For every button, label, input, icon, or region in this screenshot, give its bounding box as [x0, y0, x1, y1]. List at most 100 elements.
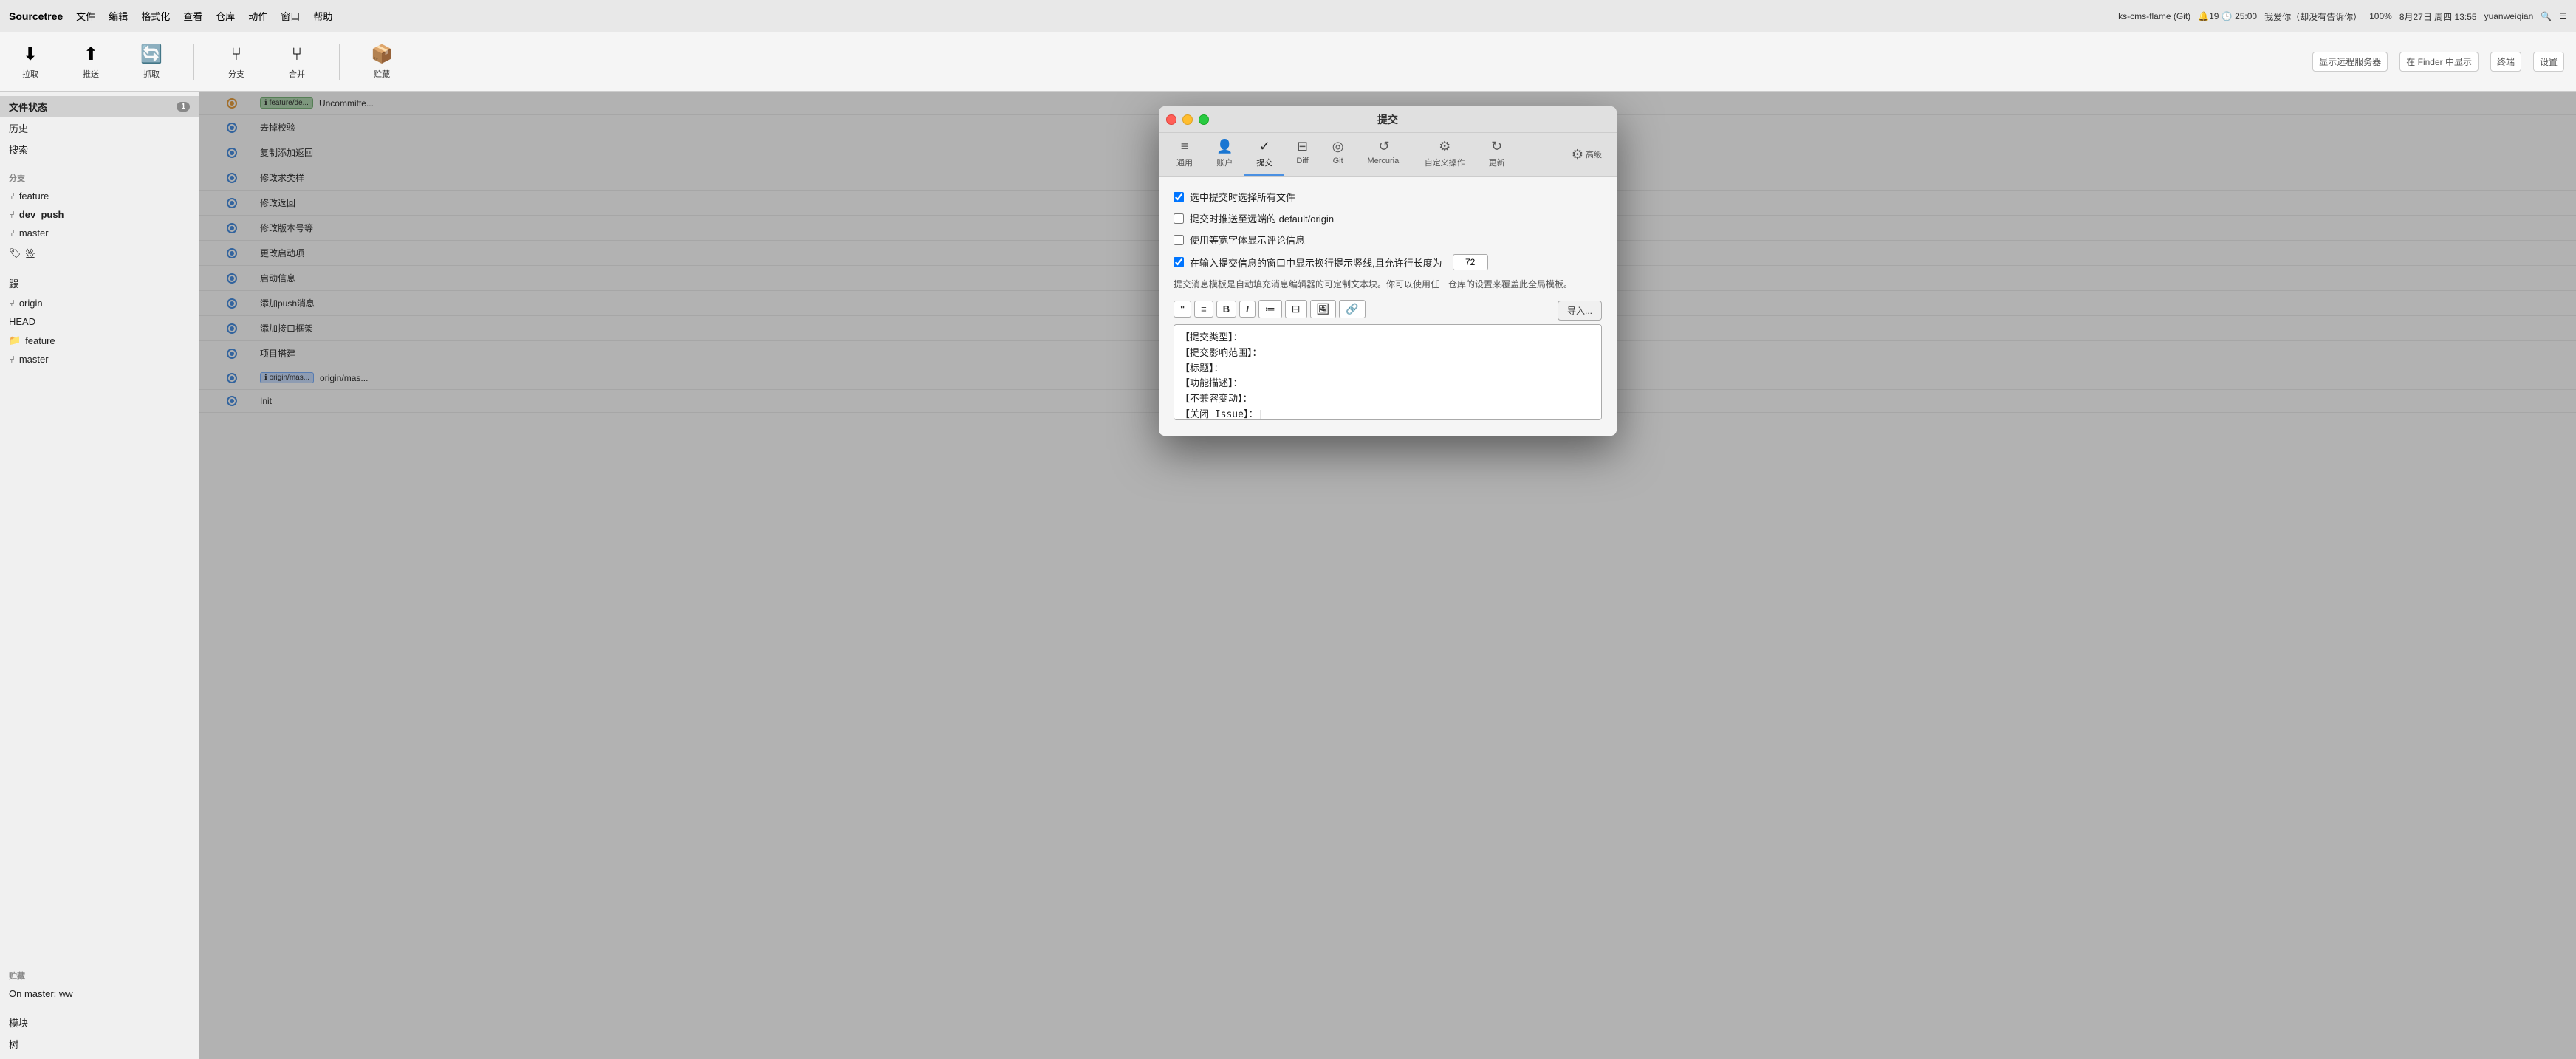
tab-git[interactable]: ◎ Git — [1320, 133, 1356, 176]
tab-account[interactable]: 👤 账户 — [1205, 133, 1244, 176]
advanced-label: 高级 — [1586, 148, 1602, 160]
monospace-label: 使用等宽字体显示评论信息 — [1190, 233, 1305, 247]
select-all-checkbox[interactable] — [1174, 192, 1184, 202]
update-tab-icon: ↻ — [1491, 139, 1502, 154]
col-line-checkbox[interactable] — [1174, 257, 1184, 267]
push-icon: ⬆ — [83, 44, 98, 65]
image-toolbar-button[interactable]: 🖼 — [1310, 300, 1337, 318]
diff-tab-icon: ⊟ — [1297, 139, 1308, 154]
gear-icon: ⚙ — [1572, 147, 1583, 162]
pull-icon: ⬇ — [23, 44, 38, 65]
import-button[interactable]: 导入... — [1558, 301, 1602, 321]
repo-name: ks-cms-flame (Git) — [2118, 11, 2190, 21]
commit-tab-label: 提交 — [1256, 157, 1272, 168]
control-icon[interactable]: ☰ — [2559, 11, 2567, 21]
checkbox-row-col-line: 在输入提交信息的窗口中显示换行提示竖线,且允许行长度为 — [1174, 254, 1602, 270]
stash-button[interactable]: 📦 贮藏 — [363, 44, 400, 80]
tree-label: 树 — [9, 1037, 18, 1051]
menu-repo[interactable]: 仓库 — [216, 9, 235, 23]
sidebar-item-master[interactable]: ⑂ master — [0, 224, 199, 242]
push-button[interactable]: ⬆ 推送 — [72, 44, 109, 80]
column-width-input[interactable] — [1453, 254, 1488, 270]
merge-icon: ⑂ — [292, 44, 302, 65]
menu-file[interactable]: 文件 — [76, 9, 95, 23]
mole-label: 鼹 — [9, 276, 18, 290]
tab-custom[interactable]: ⚙ 自定义操作 — [1413, 133, 1477, 176]
app-name: Sourcetree — [9, 10, 63, 22]
settings-button[interactable]: 设置 — [2533, 52, 2564, 72]
pull-button[interactable]: ⬇ 拉取 — [12, 44, 49, 80]
sidebar-item-feature[interactable]: ⑂ feature — [0, 187, 199, 205]
branch-button[interactable]: ⑂ 分支 — [218, 44, 255, 80]
sidebar-item-remote-feature[interactable]: 📁 feature — [0, 331, 199, 350]
stash-label: 贮藏 — [374, 68, 390, 80]
sidebar-item-origin[interactable]: ⑂ origin — [0, 294, 199, 312]
fetch-label: 抓取 — [143, 68, 160, 80]
terminal-button[interactable]: 终端 — [2490, 52, 2521, 72]
menu-help[interactable]: 帮助 — [313, 9, 332, 23]
tab-mercurial[interactable]: ↺ Mercurial — [1355, 133, 1412, 176]
push-remote-checkbox[interactable] — [1174, 213, 1184, 224]
fetch-button[interactable]: 🔄 抓取 — [133, 44, 170, 80]
close-button[interactable] — [1166, 114, 1176, 125]
tab-diff[interactable]: ⊟ Diff — [1284, 133, 1320, 176]
sidebar-item-tree[interactable]: 树 — [0, 1033, 199, 1055]
link-toolbar-button[interactable]: 🔗 — [1339, 300, 1365, 318]
sidebar-top-section: 文件状态 1 历史 搜索 — [0, 92, 199, 165]
master-label: master — [19, 227, 49, 239]
menu-action[interactable]: 动作 — [248, 9, 267, 23]
show-finder-button[interactable]: 在 Finder 中显示 — [2399, 52, 2479, 72]
sidebar-item-remote-master[interactable]: ⑂ master — [0, 350, 199, 369]
template-toolbar: " ≡ B I ≔ ⊟ 🖼 🔗 — [1174, 300, 1366, 318]
quote-toolbar-button[interactable]: " — [1174, 301, 1191, 318]
menu-window[interactable]: 窗口 — [281, 9, 300, 23]
sidebar-item-history[interactable]: 历史 — [0, 117, 199, 139]
search-icon[interactable]: 🔍 — [2541, 11, 2552, 21]
sidebar-item-mole[interactable]: 鼹 — [0, 273, 199, 294]
sidebar-item-search[interactable]: 搜索 — [0, 139, 199, 160]
checkbox-row-select-all: 选中提交时选择所有文件 — [1174, 190, 1602, 204]
sidebar-item-modules[interactable]: 模块 — [0, 1012, 199, 1033]
update-tab-label: 更新 — [1489, 157, 1505, 168]
minimize-button[interactable] — [1182, 114, 1193, 125]
bold-toolbar-button[interactable]: B — [1216, 301, 1236, 318]
file-status-badge: 1 — [177, 102, 190, 112]
tag-label: 签 — [26, 246, 35, 260]
sidebar-branches-section: 分支 ⑂ feature ⑂ dev_push ⑂ master 🏷 签 — [0, 165, 199, 268]
file-status-label: 文件状态 — [9, 100, 47, 114]
show-remote-button[interactable]: 显示远程服务器 — [2312, 52, 2388, 72]
menu-view[interactable]: 查看 — [183, 9, 202, 23]
template-textarea[interactable]: 【提交类型】： 【提交影响范围】： 【标题】： 【功能描述】： 【不兼容变动】：… — [1174, 324, 1602, 420]
menu-edit[interactable]: 编辑 — [109, 9, 128, 23]
maximize-button[interactable] — [1199, 114, 1209, 125]
unordered-list-button[interactable]: ≔ — [1258, 300, 1282, 318]
diff-tab-label: Diff — [1296, 157, 1308, 165]
sidebar-item-tag[interactable]: 🏷 签 — [0, 242, 199, 264]
italic-toolbar-button[interactable]: I — [1239, 301, 1256, 318]
date-time: 8月27日 周四 13:55 — [2399, 10, 2477, 23]
monospace-checkbox[interactable] — [1174, 235, 1184, 245]
merge-button[interactable]: ⑂ 合并 — [278, 44, 315, 80]
menu-format[interactable]: 格式化 — [141, 9, 170, 23]
advanced-button[interactable]: ⚙ 高级 — [1563, 133, 1611, 176]
sidebar-item-dev-push[interactable]: ⑂ dev_push — [0, 205, 199, 224]
ordered-list-button[interactable]: ⊟ — [1285, 300, 1307, 318]
stash-icon: 📦 — [371, 44, 393, 65]
modal-tabs: ≡ 通用 👤 账户 ✓ 提交 ⊟ Diff — [1159, 133, 1617, 176]
sidebar-item-file-status[interactable]: 文件状态 1 — [0, 96, 199, 117]
sidebar-item-stash-1[interactable]: On master: ww — [0, 984, 199, 1003]
align-toolbar-button[interactable]: ≡ — [1194, 301, 1213, 318]
remote-feature-label: feature — [25, 335, 55, 346]
col-line-label: 在输入提交信息的窗口中显示换行提示竖线,且允许行长度为 — [1190, 256, 1442, 270]
sidebar-item-head[interactable]: HEAD — [0, 312, 199, 331]
tab-update[interactable]: ↻ 更新 — [1477, 133, 1517, 176]
checkbox-row-push-remote: 提交时推送至远端的 default/origin — [1174, 211, 1602, 225]
git-tab-label: Git — [1333, 157, 1343, 165]
username: yuanweiqian — [2484, 11, 2534, 21]
modal-title: 提交 — [1377, 112, 1398, 127]
tab-general[interactable]: ≡ 通用 — [1165, 133, 1205, 176]
tab-commit[interactable]: ✓ 提交 — [1244, 133, 1284, 176]
content-area: ℹ feature/de... Uncommitte... 去掉校验 复制添加返… — [199, 92, 2576, 1059]
folder-icon: 📁 — [9, 335, 21, 346]
branch-icon-dev-push: ⑂ — [9, 209, 15, 220]
